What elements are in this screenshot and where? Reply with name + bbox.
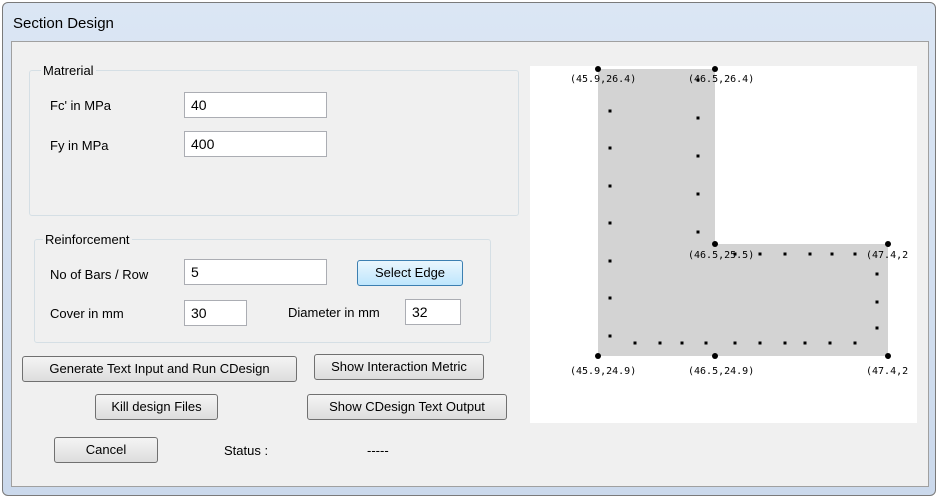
vertex-marker xyxy=(595,353,601,359)
vertex-label-right-top: (47.4,2 xyxy=(866,250,908,261)
rebar-dot xyxy=(696,154,700,158)
section-design-window: Section Design Matrerial Fc' in MPa 40 F… xyxy=(2,2,936,496)
cover-input[interactable]: 30 xyxy=(184,300,247,326)
rebar-dot xyxy=(783,252,787,256)
status-label: Status : xyxy=(224,443,269,458)
fy-label: Fy in MPa xyxy=(50,138,109,153)
rebar-dot xyxy=(758,252,762,256)
vertex-label-bottom-mid: (46.5,24.9) xyxy=(688,366,754,377)
vertex-marker xyxy=(712,241,718,247)
vertex-label-bottom-left: (45.9,24.9) xyxy=(570,366,636,377)
l-section-drawing: (45.9,26.4) (46.5,26.4) (46.5,25.5) (47.… xyxy=(570,66,908,377)
vertex-marker xyxy=(595,66,601,72)
rebar-dot xyxy=(608,296,612,300)
vertex-label-bottom-right: (47.4,2 xyxy=(866,366,908,377)
rebar-dot xyxy=(783,341,787,345)
cover-label: Cover in mm xyxy=(50,306,124,321)
generate-run-button[interactable]: Generate Text Input and Run CDesign xyxy=(22,356,297,382)
title-bar: Section Design xyxy=(3,3,935,37)
rebar-dot xyxy=(658,341,662,345)
section-view-canvas[interactable]: (45.9,26.4) (46.5,26.4) (46.5,25.5) (47.… xyxy=(530,66,917,423)
rebar-dot xyxy=(608,184,612,188)
rebar-dot xyxy=(830,252,834,256)
rebar-dot xyxy=(733,341,737,345)
show-interaction-button[interactable]: Show Interaction Metric xyxy=(314,354,484,380)
diameter-label: Diameter in mm xyxy=(288,305,380,320)
rebar-dot xyxy=(608,146,612,150)
vertex-label-top-left: (45.9,26.4) xyxy=(570,74,636,85)
rebar-dot xyxy=(696,116,700,120)
select-edge-button[interactable]: Select Edge xyxy=(357,260,463,286)
rebar-dot xyxy=(608,259,612,263)
rebar-dot xyxy=(758,341,762,345)
cancel-button[interactable]: Cancel xyxy=(54,437,158,463)
vertex-marker xyxy=(712,66,718,72)
fy-input[interactable]: 400 xyxy=(184,131,327,157)
window-title: Section Design xyxy=(13,15,114,32)
rebar-dot xyxy=(633,341,637,345)
vertex-marker xyxy=(712,353,718,359)
status-value: ----- xyxy=(367,443,389,458)
reinforcement-legend: Reinforcement xyxy=(43,232,132,247)
show-output-button[interactable]: Show CDesign Text Output xyxy=(307,394,507,420)
rebar-dot xyxy=(696,230,700,234)
rebar-dot xyxy=(803,341,807,345)
rebar-dot xyxy=(704,341,708,345)
diameter-input[interactable]: 32 xyxy=(405,299,461,325)
rebar-dot xyxy=(853,252,857,256)
kill-files-button[interactable]: Kill design Files xyxy=(95,394,218,420)
rebar-dot xyxy=(853,341,857,345)
rebar-dot xyxy=(875,326,879,330)
bars-per-row-input[interactable]: 5 xyxy=(184,259,327,285)
rebar-dot xyxy=(808,252,812,256)
rebar-dot xyxy=(875,272,879,276)
rebar-dot xyxy=(875,300,879,304)
rebar-dot xyxy=(608,109,612,113)
vertex-marker xyxy=(885,241,891,247)
vertex-marker xyxy=(885,353,891,359)
fc-label: Fc' in MPa xyxy=(50,98,111,113)
rebar-dot xyxy=(696,192,700,196)
vertex-label-top-right: (46.5,26.4) xyxy=(688,74,754,85)
rebar-dot xyxy=(680,341,684,345)
rebar-dot xyxy=(608,221,612,225)
rebar-dot xyxy=(608,334,612,338)
reinforcement-group xyxy=(34,239,491,343)
dialog-client-area: Matrerial Fc' in MPa 40 Fy in MPa 400 Re… xyxy=(11,41,929,487)
l-section-shape xyxy=(598,69,888,356)
material-legend: Matrerial xyxy=(41,63,96,78)
rebar-dot xyxy=(828,341,832,345)
vertex-label-inner-corner: (46.5,25.5) xyxy=(688,250,754,261)
fc-input[interactable]: 40 xyxy=(184,92,327,118)
bars-per-row-label: No of Bars / Row xyxy=(50,267,149,282)
